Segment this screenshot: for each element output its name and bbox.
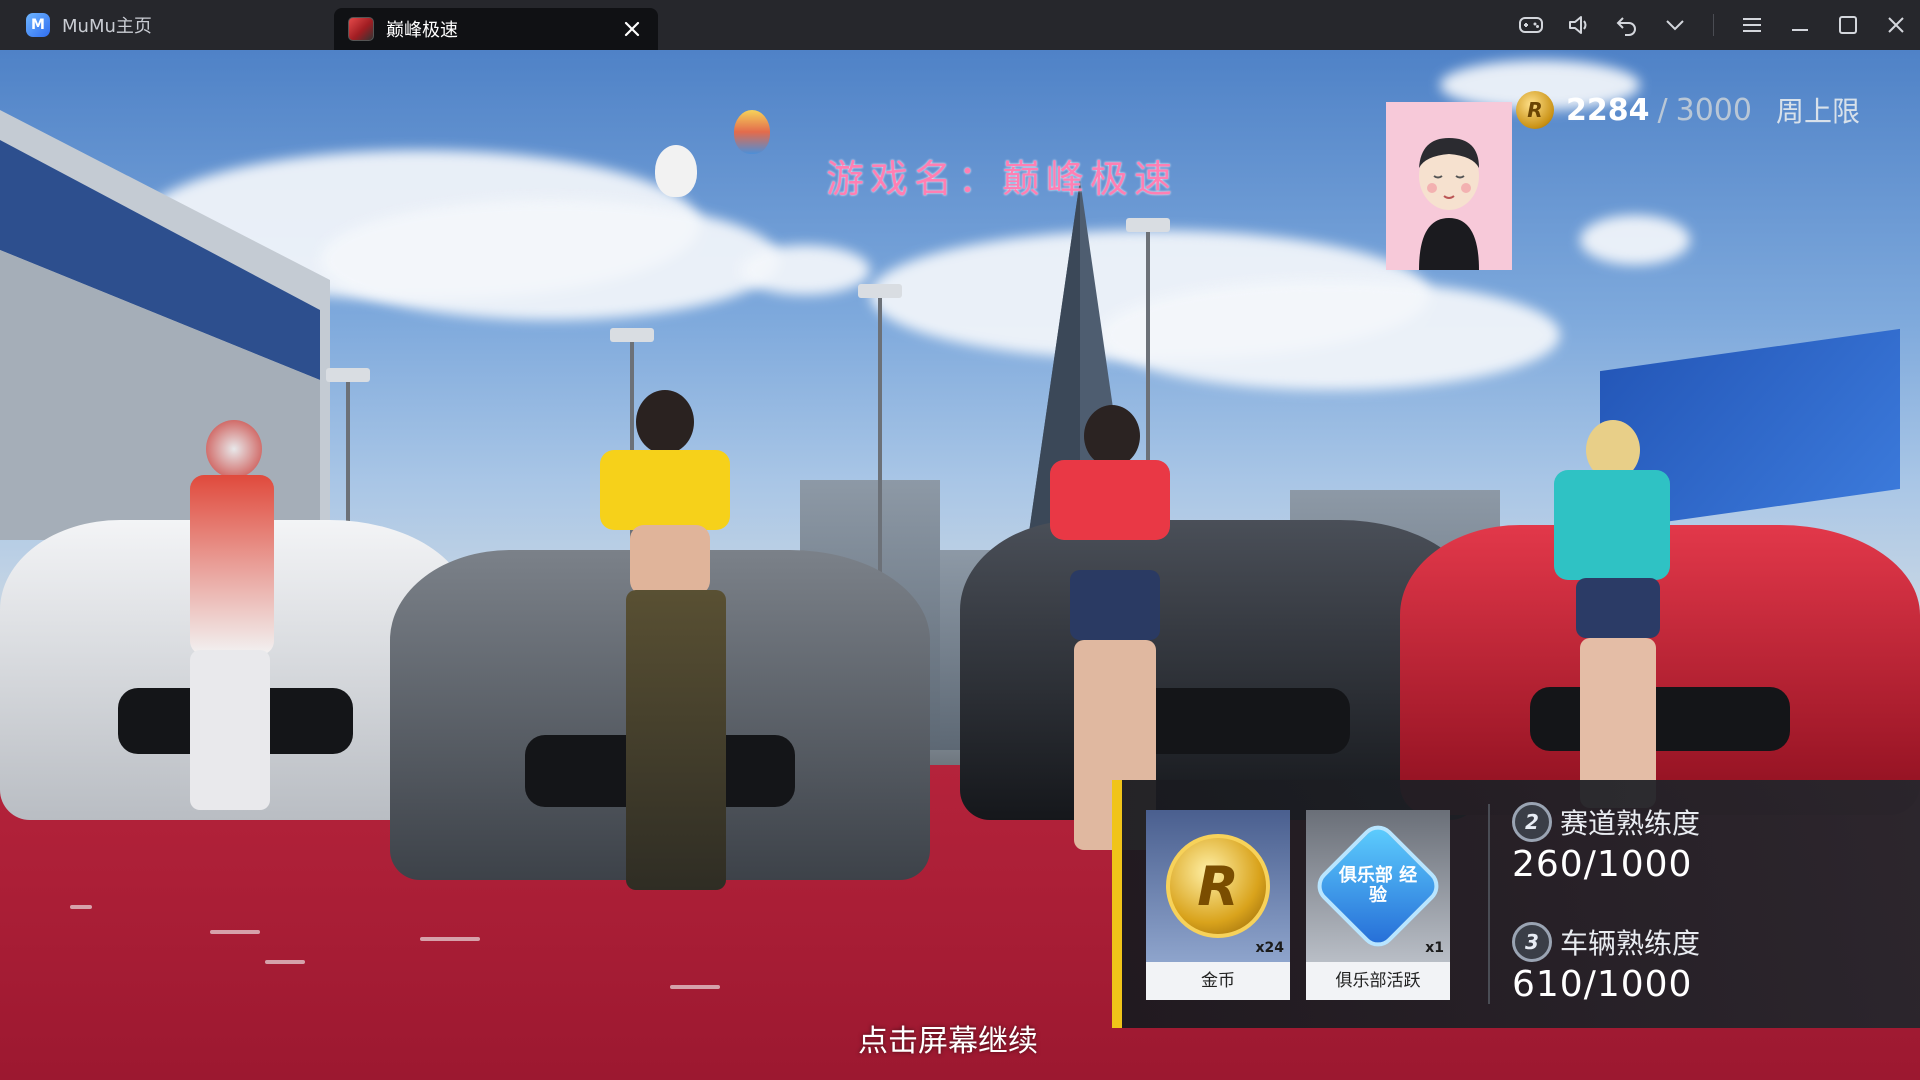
- window-titlebar: M MuMu主页 巅峰极速: [0, 0, 1920, 50]
- track-stripe: [265, 960, 305, 964]
- undo-icon: [1616, 17, 1636, 36]
- midriff: [630, 525, 710, 595]
- gamepad-icon: [1519, 17, 1543, 33]
- track-mastery: 2 赛道熟练度 260/1000: [1512, 802, 1700, 885]
- minimize-button[interactable]: [1776, 0, 1824, 50]
- mastery-head: 2 赛道熟练度: [1512, 802, 1700, 842]
- track-stripe: [210, 930, 260, 934]
- panel-divider: [1488, 804, 1490, 1004]
- vehicle-mastery: 3 车辆熟练度 610/1000: [1512, 922, 1700, 1005]
- club-badge-text: 俱乐部 经验: [1338, 865, 1418, 906]
- cloud: [1580, 215, 1690, 265]
- helmet: [206, 420, 262, 478]
- track-stripe: [70, 905, 92, 909]
- gamepad-button[interactable]: [1507, 0, 1555, 50]
- shorts: [1576, 578, 1660, 638]
- track-level-icon: 2: [1512, 802, 1552, 842]
- legs: [190, 650, 270, 810]
- mastery-head: 3 车辆熟练度: [1512, 922, 1700, 962]
- avatar-portrait: [1419, 138, 1479, 270]
- vehicle-mastery-label: 车辆熟练度: [1560, 927, 1701, 960]
- game-logo-icon: [348, 17, 374, 41]
- character-teal-top: [1510, 360, 1670, 830]
- game-name-watermark: 游戏名：巅峰极速: [826, 157, 1179, 201]
- volume-icon: [1569, 16, 1587, 34]
- reward-count: x1: [1425, 940, 1444, 956]
- vehicle-level-icon: 3: [1512, 922, 1552, 962]
- close-icon: [1888, 17, 1904, 33]
- window-controls: [1507, 0, 1920, 50]
- tab-mumu-home[interactable]: M MuMu主页: [14, 0, 314, 50]
- reward-count: x24: [1255, 940, 1284, 956]
- undo-button[interactable]: [1603, 0, 1651, 50]
- track-mastery-value: 260/1000: [1512, 844, 1693, 885]
- close-window-button[interactable]: [1872, 0, 1920, 50]
- sweater: [1554, 470, 1670, 580]
- head: [636, 390, 694, 454]
- player-avatar[interactable]: [1386, 102, 1512, 270]
- currency-max: 3000: [1675, 92, 1752, 128]
- head: [1084, 405, 1140, 467]
- shorts: [1070, 570, 1160, 640]
- maximize-button[interactable]: [1824, 0, 1872, 50]
- cloud: [320, 200, 780, 320]
- floodlight-pole: [878, 286, 882, 596]
- maximize-icon: [1839, 16, 1857, 34]
- menu-icon: [1743, 18, 1761, 32]
- r-coin-icon: R: [1516, 91, 1554, 129]
- tab-game[interactable]: 巅峰极速: [334, 8, 658, 50]
- game-viewport[interactable]: 游戏名：巅峰极速 R 2284 / 3000 周上限 R x24 金币 俱乐部 …: [0, 50, 1920, 1080]
- chevron-down-icon: [1666, 20, 1684, 31]
- reward-panel: R x24 金币 俱乐部 经验 x1 俱乐部活跃 2 赛道熟练度 260/100…: [1112, 780, 1920, 1028]
- volume-button[interactable]: [1555, 0, 1603, 50]
- reward-label: 俱乐部活跃: [1335, 971, 1421, 991]
- minimize-icon: [1792, 29, 1808, 31]
- club-badge-icon: 俱乐部 经验: [1310, 818, 1446, 954]
- character-yellow-top: [560, 340, 740, 930]
- weekly-currency-counter: R 2284 / 3000 周上限: [1516, 90, 1860, 130]
- menu-button[interactable]: [1728, 0, 1776, 50]
- tab-game-label: 巅峰极速: [386, 20, 458, 41]
- tap-to-continue-prompt[interactable]: 点击屏幕继续: [858, 1016, 1038, 1060]
- weekly-cap-label: 周上限: [1775, 95, 1860, 128]
- more-dropdown-button[interactable]: [1651, 0, 1699, 50]
- crop-top: [1050, 460, 1170, 540]
- track-stripe: [420, 937, 480, 941]
- currency-current: 2284: [1566, 92, 1650, 128]
- mumu-logo-icon: M: [26, 13, 50, 37]
- floodlight: [326, 368, 370, 382]
- track-stripe: [670, 985, 720, 989]
- floodlight: [858, 284, 902, 298]
- controls-divider: [1713, 14, 1714, 36]
- reward-card-club-activity[interactable]: 俱乐部 经验 x1 俱乐部活跃: [1306, 810, 1450, 1000]
- currency-separator: /: [1657, 92, 1668, 128]
- camo-pants: [626, 590, 726, 890]
- track-mastery-label: 赛道熟练度: [1560, 807, 1701, 840]
- tab-home-label: MuMu主页: [62, 16, 152, 37]
- gold-coin-icon: R: [1166, 834, 1270, 938]
- hot-air-balloon: [655, 145, 697, 197]
- hot-air-balloon: [734, 110, 770, 154]
- close-tab-icon[interactable]: [620, 17, 644, 41]
- vehicle-mastery-value: 610/1000: [1512, 964, 1693, 1005]
- character-racer: [150, 380, 290, 820]
- crop-top: [600, 450, 730, 530]
- racing-suit: [190, 475, 274, 655]
- floodlight: [1126, 218, 1170, 232]
- reward-label: 金币: [1201, 971, 1235, 991]
- reward-card-gold[interactable]: R x24 金币: [1146, 810, 1290, 1000]
- cloud: [740, 245, 870, 295]
